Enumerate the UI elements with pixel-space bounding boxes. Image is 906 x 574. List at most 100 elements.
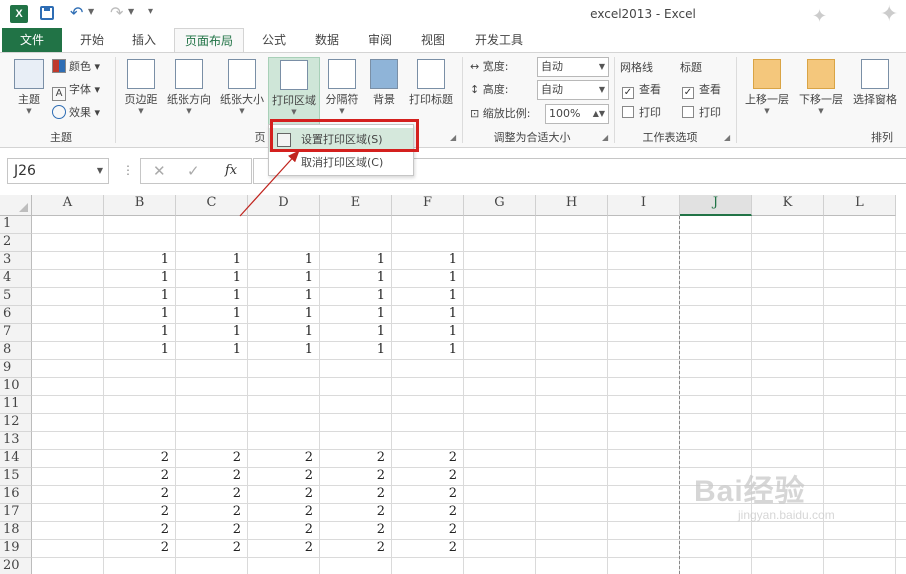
print-area-button[interactable]: 打印区域 ▼ — [268, 57, 320, 125]
cell-d18[interactable]: 2 — [248, 522, 320, 540]
bring-forward-button[interactable]: 上移一层 ▼ — [741, 57, 793, 125]
cell-e14[interactable]: 2 — [320, 450, 392, 468]
cell-f19[interactable]: 2 — [392, 540, 464, 558]
cell-b17[interactable]: 2 — [104, 504, 176, 522]
row-header-3[interactable]: 3 — [0, 252, 32, 270]
cell-d4[interactable]: 1 — [248, 270, 320, 288]
cell-f18[interactable]: 2 — [392, 522, 464, 540]
cell-f14[interactable]: 2 — [392, 450, 464, 468]
column-header-k[interactable]: K — [752, 195, 824, 216]
cell-e19[interactable]: 2 — [320, 540, 392, 558]
row-header-9[interactable]: 9 — [0, 360, 32, 378]
row-header-10[interactable]: 10 — [0, 378, 32, 396]
cell-f7[interactable]: 1 — [392, 324, 464, 342]
cell-b14[interactable]: 2 — [104, 450, 176, 468]
cell-c18[interactable]: 2 — [176, 522, 248, 540]
tab-insert[interactable]: 插入 — [122, 28, 166, 52]
cell-b18[interactable]: 2 — [104, 522, 176, 540]
cell-e15[interactable]: 2 — [320, 468, 392, 486]
row-header-8[interactable]: 8 — [0, 342, 32, 360]
row-header-6[interactable]: 6 — [0, 306, 32, 324]
height-select[interactable]: 自动 ▼ — [537, 80, 609, 100]
cell-f16[interactable]: 2 — [392, 486, 464, 504]
enter-icon[interactable]: ✓ — [187, 162, 200, 180]
cell-f3[interactable]: 1 — [392, 252, 464, 270]
cell-b7[interactable]: 1 — [104, 324, 176, 342]
selection-pane-button[interactable]: 选择窗格 — [849, 57, 901, 125]
cell-c5[interactable]: 1 — [176, 288, 248, 306]
cell-c16[interactable]: 2 — [176, 486, 248, 504]
tab-developer[interactable]: 开发工具 — [464, 28, 534, 52]
theme-fonts-button[interactable]: A 字体 ▾ — [52, 80, 100, 101]
headings-view-checkbox[interactable]: ✓ 查看 — [682, 82, 721, 99]
send-backward-button[interactable]: 下移一层 ▼ — [795, 57, 847, 125]
cell-c3[interactable]: 1 — [176, 252, 248, 270]
cell-d5[interactable]: 1 — [248, 288, 320, 306]
column-header-d[interactable]: D — [248, 195, 320, 216]
cell-b6[interactable]: 1 — [104, 306, 176, 324]
row-header-7[interactable]: 7 — [0, 324, 32, 342]
cell-d7[interactable]: 1 — [248, 324, 320, 342]
dialog-launcher-icon[interactable]: ◢ — [602, 133, 608, 142]
row-header-4[interactable]: 4 — [0, 270, 32, 288]
cell-d3[interactable]: 1 — [248, 252, 320, 270]
column-header-h[interactable]: H — [536, 195, 608, 216]
cell-d17[interactable]: 2 — [248, 504, 320, 522]
cell-b5[interactable]: 1 — [104, 288, 176, 306]
row-header-12[interactable]: 12 — [0, 414, 32, 432]
gridlines-view-checkbox[interactable]: ✓ 查看 — [622, 82, 661, 99]
cell-f4[interactable]: 1 — [392, 270, 464, 288]
cell-b16[interactable]: 2 — [104, 486, 176, 504]
cell-d8[interactable]: 1 — [248, 342, 320, 360]
headings-print-checkbox[interactable]: 打印 — [682, 105, 721, 121]
row-header-14[interactable]: 14 — [0, 450, 32, 468]
scale-spinner[interactable]: 100% ▲▼ — [545, 104, 609, 124]
tab-formulas[interactable]: 公式 — [252, 28, 296, 52]
cell-d6[interactable]: 1 — [248, 306, 320, 324]
cell-e18[interactable]: 2 — [320, 522, 392, 540]
column-header-g[interactable]: G — [464, 195, 536, 216]
cell-f5[interactable]: 1 — [392, 288, 464, 306]
orientation-button[interactable]: 纸张方向 ▼ — [164, 57, 214, 125]
row-header-15[interactable]: 15 — [0, 468, 32, 486]
themes-button[interactable]: 主题 ▼ — [10, 57, 48, 125]
theme-colors-button[interactable]: 颜色 ▾ — [52, 57, 100, 77]
cell-f15[interactable]: 2 — [392, 468, 464, 486]
cell-c4[interactable]: 1 — [176, 270, 248, 288]
cell-f6[interactable]: 1 — [392, 306, 464, 324]
column-header-f[interactable]: F — [392, 195, 464, 216]
row-header-18[interactable]: 18 — [0, 522, 32, 540]
column-header-e[interactable]: E — [320, 195, 392, 216]
background-button[interactable]: 背景 — [366, 57, 402, 125]
cell-e3[interactable]: 1 — [320, 252, 392, 270]
row-header-17[interactable]: 17 — [0, 504, 32, 522]
row-header-2[interactable]: 2 — [0, 234, 32, 252]
tab-view[interactable]: 视图 — [411, 28, 455, 52]
column-header-j[interactable]: J — [680, 195, 752, 216]
row-header-19[interactable]: 19 — [0, 540, 32, 558]
cell-f8[interactable]: 1 — [392, 342, 464, 360]
cell-e17[interactable]: 2 — [320, 504, 392, 522]
cell-b8[interactable]: 1 — [104, 342, 176, 360]
row-header-20[interactable]: 20 — [0, 558, 32, 574]
row-header-11[interactable]: 11 — [0, 396, 32, 414]
cell-e4[interactable]: 1 — [320, 270, 392, 288]
width-select[interactable]: 自动 ▼ — [537, 57, 609, 77]
insert-function-icon[interactable]: fx — [225, 163, 237, 178]
row-header-13[interactable]: 13 — [0, 432, 32, 450]
cell-d15[interactable]: 2 — [248, 468, 320, 486]
tab-file[interactable]: 文件 — [2, 28, 62, 52]
clear-print-area-item[interactable]: 取消打印区域(C) — [269, 151, 413, 175]
row-header-1[interactable]: 1 — [0, 216, 32, 234]
cell-d16[interactable]: 2 — [248, 486, 320, 504]
cell-e16[interactable]: 2 — [320, 486, 392, 504]
column-header-l[interactable]: L — [824, 195, 896, 216]
cell-b19[interactable]: 2 — [104, 540, 176, 558]
tab-review[interactable]: 审阅 — [358, 28, 402, 52]
cell-c19[interactable]: 2 — [176, 540, 248, 558]
row-header-5[interactable]: 5 — [0, 288, 32, 306]
tab-home[interactable]: 开始 — [70, 28, 114, 52]
column-header-c[interactable]: C — [176, 195, 248, 216]
cell-c17[interactable]: 2 — [176, 504, 248, 522]
print-titles-button[interactable]: 打印标题 — [405, 57, 457, 125]
